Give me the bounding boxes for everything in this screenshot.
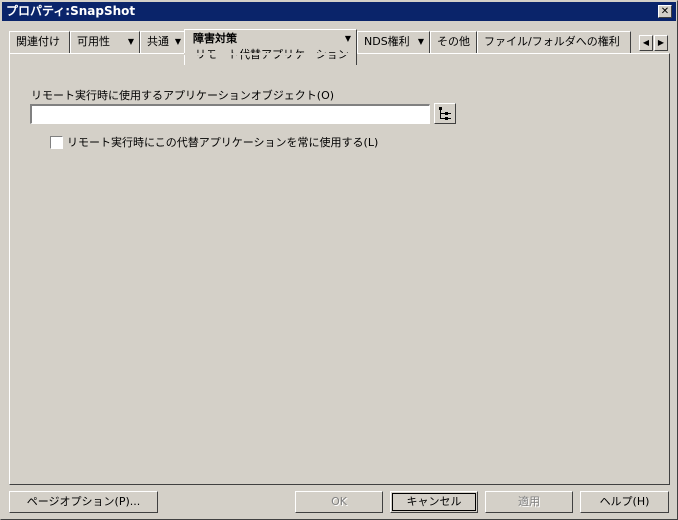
tab-nds-rights[interactable]: NDS権利 ▼: [357, 31, 430, 53]
tab-scroll-left-button[interactable]: ◀: [639, 35, 653, 51]
tab-label: 共通: [147, 35, 169, 48]
tab-scroll-buttons: ◀ ▶: [639, 35, 669, 51]
always-use-label[interactable]: リモート実行時にこの代替アプリケーションを常に使用する(L): [67, 134, 378, 150]
tab-label: ファイル/フォルダへの権利: [484, 35, 620, 48]
tab-common[interactable]: 共通 ▼: [140, 31, 187, 53]
cancel-button[interactable]: キャンセル: [390, 491, 478, 513]
active-tab-connector: [184, 53, 355, 55]
tab-other[interactable]: その他: [430, 31, 477, 53]
close-button[interactable]: ✕: [658, 5, 672, 18]
help-button[interactable]: ヘルプ(H): [580, 491, 669, 513]
properties-dialog: プロパティ:SnapShot ✕ 関連付け 可用性 ▼ 共通 ▼ 障害対策 ▼ …: [0, 0, 678, 520]
object-input[interactable]: [30, 104, 430, 124]
dropdown-arrow-icon: ▼: [344, 34, 351, 43]
arrow-left-icon: ◀: [642, 38, 650, 47]
window-title: プロパティ:SnapShot: [6, 4, 136, 18]
tab-scroll-right-button[interactable]: ▶: [654, 35, 668, 51]
tab-label: その他: [437, 35, 470, 48]
tab-label: 関連付け: [16, 35, 60, 48]
tab-fault-tolerance[interactable]: 障害対策 ▼ リモート代替アプリケーション: [184, 29, 357, 65]
arrow-right-icon: ▶: [657, 38, 665, 47]
tree-browse-icon: [439, 107, 451, 120]
always-use-checkbox[interactable]: [50, 136, 63, 149]
tab-availability[interactable]: 可用性 ▼: [70, 31, 140, 53]
ok-button[interactable]: OK: [295, 491, 383, 513]
browse-object-button[interactable]: [434, 103, 456, 124]
apply-button[interactable]: 適用: [485, 491, 573, 513]
dropdown-arrow-icon: ▼: [417, 37, 424, 46]
tab-label: 可用性: [77, 35, 110, 48]
tab-file-folder-rights[interactable]: ファイル/フォルダへの権利: [477, 31, 631, 53]
close-icon: ✕: [660, 6, 670, 17]
dropdown-arrow-icon: ▼: [127, 37, 134, 46]
dropdown-arrow-icon: ▼: [174, 37, 181, 46]
page-options-button[interactable]: ページオプション(P)...: [9, 491, 158, 513]
tab-label: 障害対策: [193, 32, 237, 45]
tab-label: NDS権利: [364, 35, 410, 48]
title-bar: プロパティ:SnapShot ✕: [2, 2, 676, 21]
object-field-label: リモート実行時に使用するアプリケーションオブジェクト(O): [31, 89, 335, 102]
tab-subpage-label[interactable]: リモート代替アプリケーション: [193, 48, 356, 62]
tab-associations[interactable]: 関連付け: [9, 31, 70, 53]
